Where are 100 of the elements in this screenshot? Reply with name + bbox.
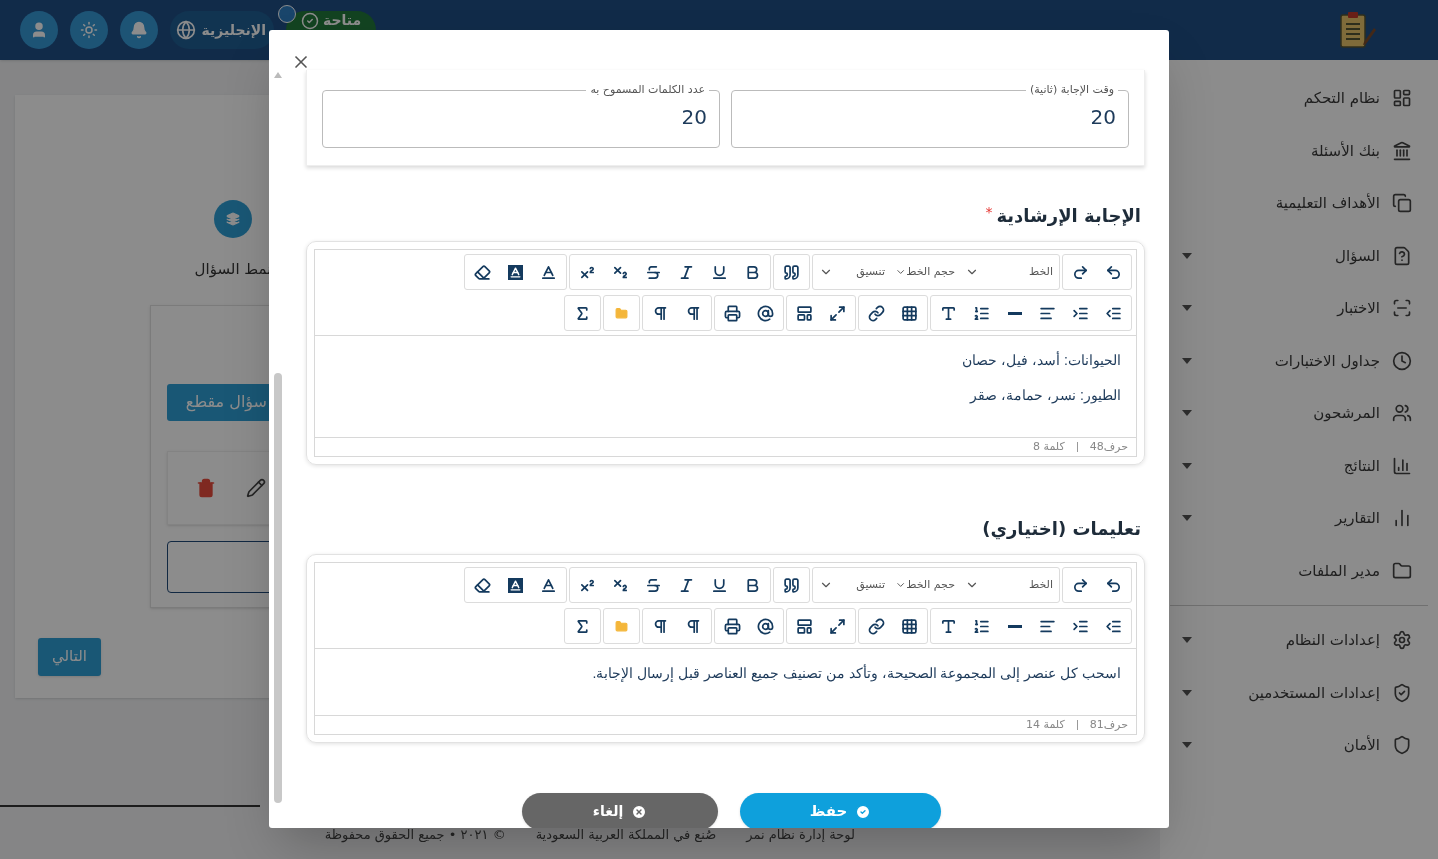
section-title: الإجابة الإرشادية [996, 204, 1141, 228]
save-button[interactable]: حفظ [740, 793, 941, 828]
clock-icon [1392, 350, 1412, 371]
folder-icon [615, 306, 628, 320]
toolbar-dropdown[interactable]: الخط [960, 255, 1058, 289]
print-icon [724, 304, 741, 322]
caret-icon [1182, 462, 1192, 469]
text-size-icon [940, 617, 957, 635]
rtl-icon [685, 304, 702, 322]
sidebar-item[interactable]: مدير الملفات [1160, 544, 1438, 597]
fullscreen-icon [829, 617, 846, 635]
bar-chart-icon [1392, 508, 1412, 529]
eraser-icon [474, 576, 491, 594]
notification-button[interactable] [120, 11, 158, 49]
toolbar-dropdown[interactable]: حجم الخط [890, 568, 960, 602]
mention-icon [757, 304, 774, 322]
user-icon [30, 21, 48, 39]
field-label: عدد الكلمات المسموح به [589, 82, 706, 98]
sidebar-item[interactable]: الأمان [1160, 719, 1438, 772]
caret-icon [1182, 252, 1192, 259]
toolbar-dropdown[interactable]: تنسيق [814, 568, 890, 602]
char-count: حرف48 [1089, 438, 1128, 455]
caret-icon [1182, 357, 1192, 364]
globe-icon [175, 20, 196, 40]
sidebar-item[interactable]: إعدادات المستخدمين [1160, 666, 1438, 719]
sidebar-item[interactable]: التقارير [1160, 492, 1438, 545]
italic-icon [678, 576, 695, 594]
redo-icon [1072, 263, 1089, 281]
editor-paragraph: الحيوانات: أسد، فيل، حصان [961, 350, 1121, 371]
link-icon [868, 617, 885, 635]
sidebar-item[interactable]: السؤال [1160, 229, 1438, 282]
sidebar-item[interactable]: النتائج [1160, 439, 1438, 492]
folder-icon [615, 619, 628, 633]
fullscreen-icon [829, 304, 846, 322]
toolbar-dropdown[interactable]: حجم الخط [890, 255, 960, 289]
template-icon [796, 617, 813, 635]
sidebar-item[interactable]: بنك الأسئلة [1160, 124, 1438, 177]
table-icon [901, 304, 918, 322]
strikethrough-icon [645, 263, 662, 281]
users-icon [1392, 403, 1412, 424]
caret-icon [1182, 515, 1192, 522]
footer-text: لوحة إدارة نظام نمر [746, 826, 855, 845]
ordered-list-icon [973, 617, 990, 635]
eraser-icon [474, 263, 491, 281]
profile-button[interactable] [20, 11, 58, 49]
link-icon [868, 304, 885, 322]
folder-icon [1392, 560, 1412, 581]
field-value: 20 [680, 104, 707, 131]
field-label: وقت الإجابة (ثانية) [1028, 82, 1115, 98]
char-count: حرف81 [1089, 716, 1128, 733]
scan-icon [1392, 298, 1412, 319]
trash-icon[interactable] [196, 477, 216, 498]
clipboard-logo [1338, 10, 1378, 50]
mention-icon [757, 617, 774, 635]
sidebar-item[interactable]: المرشحون [1160, 387, 1438, 440]
toolbar-dropdown[interactable]: الخط [960, 568, 1058, 602]
ltr-icon [652, 617, 669, 635]
toolbar-dropdown[interactable]: تنسيق [814, 255, 890, 289]
required-mark: * [985, 203, 993, 222]
rtl-icon [685, 617, 702, 635]
sidebar-item[interactable]: الاختبار [1160, 282, 1438, 335]
theme-button[interactable] [70, 11, 108, 49]
math-icon [574, 617, 591, 635]
caret-icon [1182, 689, 1192, 696]
field-value: 20 [1089, 104, 1116, 131]
sidebar-item[interactable]: إعدادات النظام [1160, 614, 1438, 667]
footer-text: © ٢٠٢١ • جميع الحقوق محفوظة [324, 826, 506, 845]
language-button[interactable]: الإنجليزية [170, 11, 274, 49]
template-icon [796, 304, 813, 322]
redo-icon [1072, 576, 1089, 594]
undo-icon [1105, 576, 1122, 594]
strikethrough-icon [645, 576, 662, 594]
sidebar-item[interactable]: جداول الاختبارات [1160, 334, 1438, 387]
editor-paragraph: الطيور: نسر، حمامة، صقر [968, 386, 1121, 406]
caret-icon [1182, 410, 1192, 417]
quote-icon [783, 263, 800, 281]
close-circle-icon [631, 803, 648, 820]
sidebar-item[interactable]: الأهداف التعليمية [1160, 177, 1438, 230]
footer-text: صُنع في المملكة العربية السعودية [535, 826, 717, 845]
underline-icon [711, 263, 728, 281]
ltr-icon [652, 304, 669, 322]
pencil-icon[interactable] [246, 477, 266, 498]
print-icon [724, 617, 741, 635]
bold-icon [744, 576, 761, 594]
editor-content[interactable]: اسحب كل عنصر إلى المجموعة الصحيحة، وتأكد من تصنيف جميع العناصر قبل إرسال الإجابة. [315, 649, 1136, 715]
bell-icon [130, 21, 148, 39]
copy-icon [1392, 193, 1412, 214]
table-icon [901, 617, 918, 635]
quote-icon [783, 576, 800, 594]
word-count: كلمة 14 [1026, 716, 1065, 733]
chart-icon [1392, 455, 1412, 476]
undo-icon [1105, 263, 1122, 281]
section-title: تعليمات (اختياري) [982, 517, 1141, 542]
shield-icon [1392, 735, 1412, 756]
bank-icon [1392, 140, 1412, 161]
caret-icon [1182, 305, 1192, 312]
bold-icon [744, 263, 761, 281]
cancel-button[interactable]: إلغاء [522, 793, 718, 828]
sidebar-item[interactable]: نظام التحكم [1160, 72, 1438, 125]
word-count: كلمة 8 [1033, 438, 1065, 455]
